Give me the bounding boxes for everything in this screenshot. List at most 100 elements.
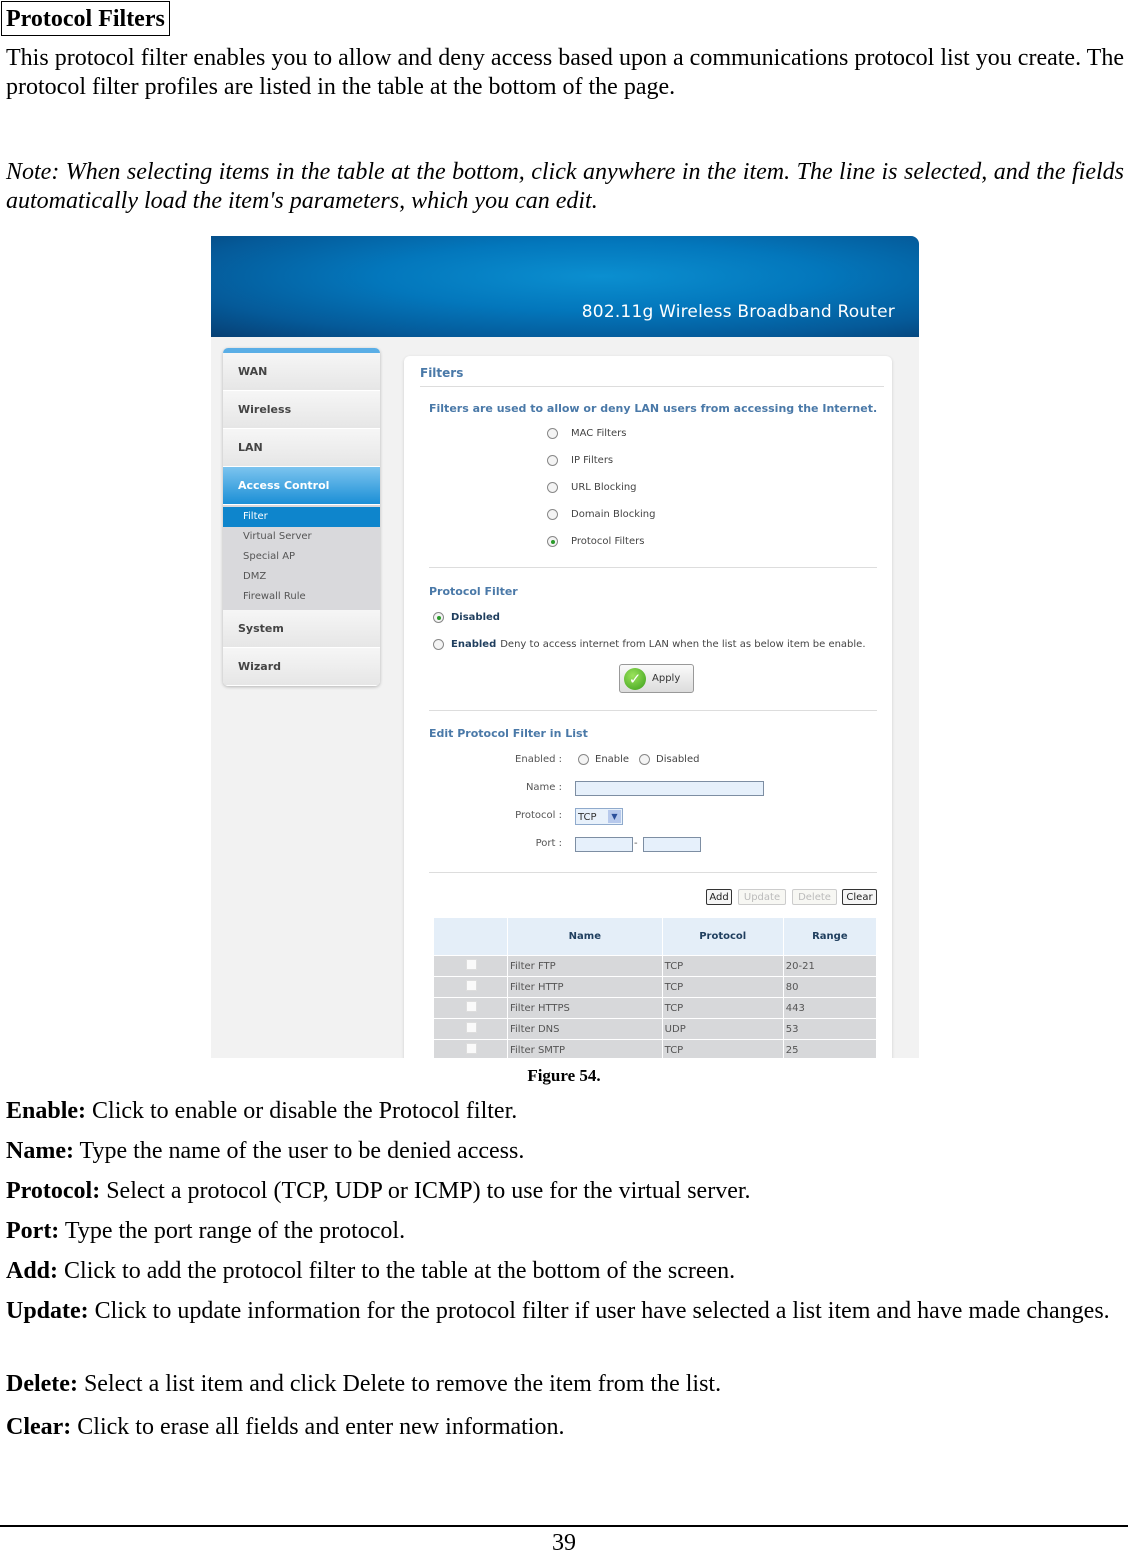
description-port: Port: Type the port range of the protoco…: [6, 1217, 1124, 1246]
content-panel: Filters Filters are used to allow or den…: [404, 356, 892, 1058]
term: Clear:: [6, 1414, 72, 1440]
sidebar-subitem-virtual-server[interactable]: Virtual Server: [223, 527, 380, 547]
header-name: Name: [507, 918, 663, 956]
cell-range: 443: [783, 997, 878, 1019]
radio-icon[interactable]: [547, 428, 558, 439]
intro-paragraph: This protocol filter enables you to allo…: [6, 45, 1124, 100]
header-range: Range: [783, 918, 878, 956]
divider: [429, 567, 877, 568]
sidebar-subitem-dmz[interactable]: DMZ: [223, 567, 380, 587]
row-checkbox[interactable]: [465, 1022, 477, 1033]
protocol-filter-table: Name Protocol Range Filter FTP TCP 20-21: [434, 918, 878, 1058]
sidebar-item-wan[interactable]: WAN: [223, 353, 380, 391]
radio-icon[interactable]: [547, 482, 558, 493]
term: Port:: [6, 1218, 60, 1244]
filter-option-url[interactable]: URL Blocking: [547, 482, 637, 493]
sidebar-item-wireless[interactable]: Wireless: [223, 391, 380, 429]
row-checkbox[interactable]: [465, 1043, 477, 1054]
cell-protocol: TCP: [662, 1039, 784, 1058]
divider: [420, 386, 884, 387]
definition: Select a list item and click Delete to r…: [77, 1371, 722, 1397]
enabled-label: Enabled: [451, 639, 497, 650]
row-checkbox[interactable]: [465, 1001, 477, 1012]
filter-option-domain[interactable]: Domain Blocking: [547, 509, 656, 520]
apply-label: Apply: [652, 673, 681, 684]
cell-protocol: TCP: [662, 955, 784, 977]
apply-button[interactable]: ✓ Apply: [619, 664, 694, 693]
sidebar-item-system[interactable]: System: [223, 610, 380, 648]
table-row[interactable]: Filter HTTPS TCP 443: [434, 997, 878, 1019]
protocol-filter-enabled-option[interactable]: Enabled Deny to access internet from LAN…: [433, 639, 866, 650]
description-delete: Delete: Select a list item and click Del…: [6, 1370, 1124, 1399]
protocol-filter-heading: Protocol Filter: [429, 585, 518, 598]
edit-heading: Edit Protocol Filter in List: [429, 727, 588, 740]
term: Name:: [6, 1138, 74, 1164]
name-field-label: Name :: [525, 782, 562, 793]
disabled-label: Disabled: [451, 612, 500, 623]
edit-disabled-option[interactable]: Disabled: [639, 754, 699, 765]
update-button[interactable]: Update: [738, 889, 786, 905]
protocol-select[interactable]: TCP ▼: [575, 808, 623, 825]
protocol-filter-disabled-option[interactable]: Disabled: [433, 612, 504, 623]
row-checkbox[interactable]: [465, 980, 477, 991]
enabled-note: Deny to access internet from LAN when th…: [500, 639, 866, 650]
sidebar-subitem-special-ap[interactable]: Special AP: [223, 547, 380, 567]
cell-name: Filter SMTP: [507, 1039, 663, 1058]
definition: Click to update information for the prot…: [88, 1298, 1110, 1324]
radio-icon[interactable]: [639, 754, 650, 765]
table-row[interactable]: Filter SMTP TCP 25: [434, 1039, 878, 1058]
clear-button[interactable]: Clear: [842, 889, 877, 905]
page-number: 39: [552, 1530, 576, 1556]
protocol-field-label: Protocol :: [515, 810, 562, 821]
radio-icon[interactable]: [547, 455, 558, 466]
table-row[interactable]: Filter DNS UDP 53: [434, 1018, 878, 1040]
add-button[interactable]: Add: [706, 889, 732, 905]
radio-selected-icon[interactable]: [547, 536, 558, 547]
sidebar-item-wizard[interactable]: Wizard: [223, 648, 380, 686]
filter-option-label: Domain Blocking: [571, 509, 656, 520]
sidebar-subitem-firewall-rule[interactable]: Firewall Rule: [223, 587, 380, 607]
header-select: [434, 918, 508, 956]
sidebar-item-access-control[interactable]: Access Control: [223, 467, 380, 505]
port-separator: -: [634, 838, 638, 849]
delete-button[interactable]: Delete: [792, 889, 837, 905]
port-from-input[interactable]: [575, 837, 633, 852]
definition: Click to erase all fields and enter new …: [71, 1414, 565, 1440]
section-title: Protocol Filters: [1, 1, 170, 36]
filters-description: Filters are used to allow or deny LAN us…: [429, 402, 878, 415]
radio-icon[interactable]: [578, 754, 589, 765]
disabled-option-label: Disabled: [656, 754, 700, 765]
filter-option-protocol[interactable]: Protocol Filters: [547, 536, 644, 547]
edit-enable-option[interactable]: Enable: [578, 754, 629, 765]
row-checkbox[interactable]: [465, 959, 477, 970]
divider: [429, 710, 877, 711]
figure-caption: Figure 54.: [527, 1066, 601, 1085]
banner: 802.11g Wireless Broadband Router: [211, 236, 919, 337]
radio-icon[interactable]: [433, 639, 444, 650]
term: Protocol:: [6, 1178, 101, 1204]
definition: Select a protocol (TCP, UDP or ICMP) to …: [100, 1178, 751, 1204]
filter-option-label: IP Filters: [571, 455, 614, 466]
note-paragraph: Note: When selecting items in the table …: [6, 159, 1124, 214]
checkmark-icon: ✓: [624, 667, 646, 690]
cell-protocol: TCP: [662, 997, 784, 1019]
definition: Click to add the protocol filter to the …: [58, 1258, 736, 1284]
table-row[interactable]: Filter FTP TCP 20-21: [434, 955, 878, 977]
table-header-row: Name Protocol Range: [434, 918, 878, 956]
description-name: Name: Type the name of the user to be de…: [6, 1137, 1124, 1166]
cell-range: 53: [783, 1018, 878, 1040]
sidebar-subitem-filter[interactable]: Filter: [223, 507, 380, 527]
radio-selected-icon[interactable]: [433, 612, 444, 623]
filter-option-mac[interactable]: MAC Filters: [547, 428, 626, 439]
cell-name: Filter HTTPS: [507, 997, 663, 1019]
cell-protocol: TCP: [662, 976, 784, 998]
name-input[interactable]: [575, 781, 764, 796]
port-to-input[interactable]: [643, 837, 701, 852]
chevron-down-icon[interactable]: ▼: [608, 810, 621, 823]
radio-icon[interactable]: [547, 509, 558, 520]
description-clear: Clear: Click to erase all fields and ent…: [6, 1413, 1124, 1442]
filter-option-ip[interactable]: IP Filters: [547, 455, 613, 466]
table-row[interactable]: Filter HTTP TCP 80: [434, 976, 878, 998]
port-field-label: Port :: [535, 838, 562, 849]
sidebar-item-lan[interactable]: LAN: [223, 429, 380, 467]
